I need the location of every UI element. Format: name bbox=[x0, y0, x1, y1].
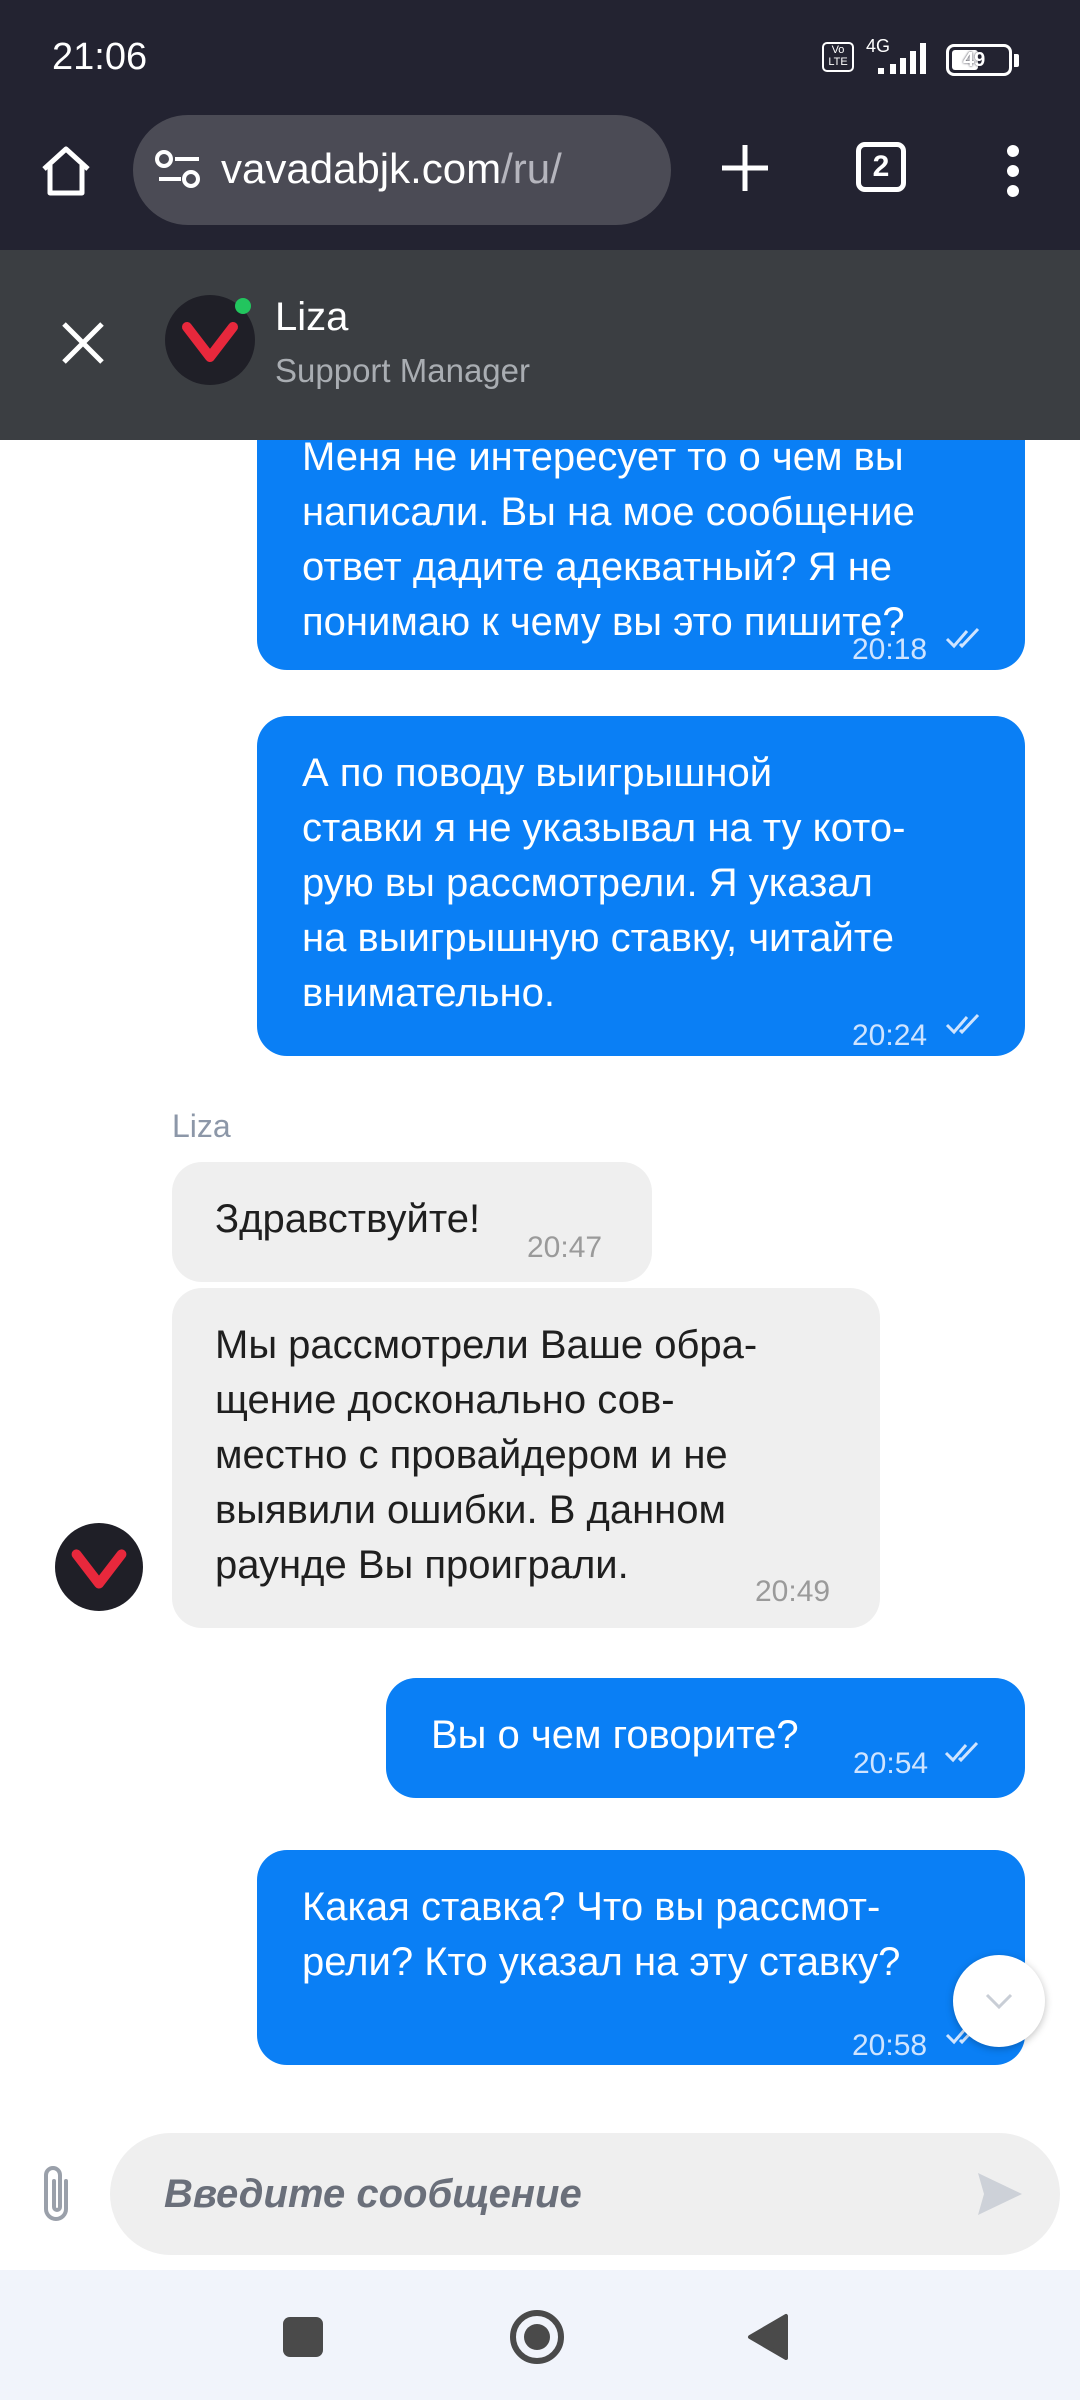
message-line: ставки я не указывал на ту кото- bbox=[302, 806, 906, 850]
url-domain: vavadabjk.com bbox=[221, 145, 502, 192]
chevron-down-icon bbox=[985, 1993, 1013, 2010]
home-icon[interactable] bbox=[36, 141, 96, 201]
browser-toolbar: vavadabjk.com/ru/ 2 bbox=[0, 115, 1080, 250]
message-input-wrapper bbox=[110, 2133, 1060, 2255]
message-time: 20:24 bbox=[852, 1019, 928, 1052]
battery-level: 49 bbox=[963, 49, 986, 71]
status-time: 21:06 bbox=[52, 36, 148, 78]
brand-logo-icon bbox=[71, 1549, 127, 1589]
message-time: 20:49 bbox=[755, 1575, 831, 1608]
message-line: Здравствуйте! bbox=[215, 1197, 481, 1241]
message-line: ответ дадите адекватный? Я не bbox=[302, 545, 893, 589]
sender-label: Liza bbox=[172, 1108, 231, 1144]
url-path: /ru/ bbox=[501, 145, 562, 192]
scroll-to-bottom-button[interactable] bbox=[953, 1955, 1045, 2047]
tab-switcher-button[interactable]: 2 bbox=[856, 142, 906, 192]
message-incoming: Мы рассмотрели Ваше обра- щение досконал… bbox=[172, 1288, 880, 1628]
read-receipt-icon bbox=[945, 627, 980, 649]
read-receipt-icon bbox=[945, 1013, 980, 1035]
read-receipt-icon bbox=[944, 1741, 979, 1763]
message-line: щение досконально сов- bbox=[215, 1378, 675, 1422]
message-incoming: Здравствуйте! 20:47 bbox=[172, 1162, 652, 1282]
message-outgoing: Какая ставка? Что вы рассмот- рели? Кто … bbox=[257, 1850, 1025, 2065]
send-icon[interactable] bbox=[976, 2171, 1024, 2217]
message-composer bbox=[0, 2115, 1080, 2270]
message-line: местно с провайдером и не bbox=[215, 1433, 728, 1477]
more-menu-icon[interactable] bbox=[1000, 141, 1026, 201]
message-time: 20:18 bbox=[852, 633, 928, 666]
message-input[interactable] bbox=[164, 2164, 964, 2224]
message-list[interactable]: Меня не интересует то о чем вы написали.… bbox=[0, 440, 1080, 2115]
signal-icon bbox=[878, 43, 926, 74]
system-nav-bar bbox=[0, 2270, 1080, 2400]
message-outgoing: Меня не интересует то о чем вы написали.… bbox=[257, 440, 1025, 670]
message-time: 20:58 bbox=[852, 2029, 928, 2062]
close-icon[interactable] bbox=[60, 320, 106, 366]
message-line: выявили ошибки. В данном bbox=[215, 1488, 727, 1532]
message-outgoing: А по поводу выигрышной ставки я не указы… bbox=[257, 716, 1025, 1056]
battery-icon: 49 bbox=[946, 44, 1012, 76]
address-bar[interactable]: vavadabjk.com/ru/ bbox=[133, 115, 671, 225]
url-text: vavadabjk.com/ru/ bbox=[221, 145, 562, 193]
home-nav-button[interactable] bbox=[507, 2307, 567, 2367]
volte-icon: Vo LTE bbox=[822, 42, 854, 72]
message-line: Меня не интересует то о чем вы bbox=[302, 440, 904, 479]
online-indicator bbox=[235, 298, 251, 314]
agent-name: Liza bbox=[275, 295, 349, 339]
message-line: раунде Вы проиграли. bbox=[215, 1543, 629, 1587]
message-line: внимательно. bbox=[302, 971, 555, 1015]
message-line: Вы о чем говорите? bbox=[431, 1713, 799, 1757]
message-outgoing: Вы о чем говорите? 20:54 bbox=[386, 1678, 1025, 1798]
back-nav-button[interactable] bbox=[744, 2312, 790, 2362]
message-time: 20:54 bbox=[853, 1747, 929, 1780]
agent-role: Support Manager bbox=[275, 352, 530, 389]
message-line: А по поводу выигрышной bbox=[302, 751, 773, 795]
recents-button[interactable] bbox=[283, 2317, 323, 2357]
message-line: понимаю к чему вы это пишите? bbox=[302, 600, 905, 644]
message-line: рели? Кто указал на эту ставку? bbox=[302, 1940, 901, 1984]
site-settings-icon[interactable] bbox=[155, 147, 205, 193]
message-line: рую вы рассмотрели. Я указал bbox=[302, 861, 873, 905]
message-line: Какая ставка? Что вы рассмот- bbox=[302, 1885, 881, 1929]
message-time: 20:47 bbox=[527, 1231, 603, 1264]
agent-avatar bbox=[55, 1523, 143, 1611]
message-line: на выигрышную ставку, читайте bbox=[302, 916, 894, 960]
chat-header: Liza Support Manager bbox=[0, 250, 1080, 440]
tab-count: 2 bbox=[872, 150, 890, 183]
attach-icon[interactable] bbox=[38, 2163, 78, 2227]
message-line: Мы рассмотрели Ваше обра- bbox=[215, 1323, 758, 1367]
status-bar: 21:06 Vo LTE 4G 49 bbox=[0, 0, 1080, 115]
message-line: написали. Вы на мое сообщение bbox=[302, 490, 915, 534]
new-tab-icon[interactable] bbox=[718, 141, 772, 195]
